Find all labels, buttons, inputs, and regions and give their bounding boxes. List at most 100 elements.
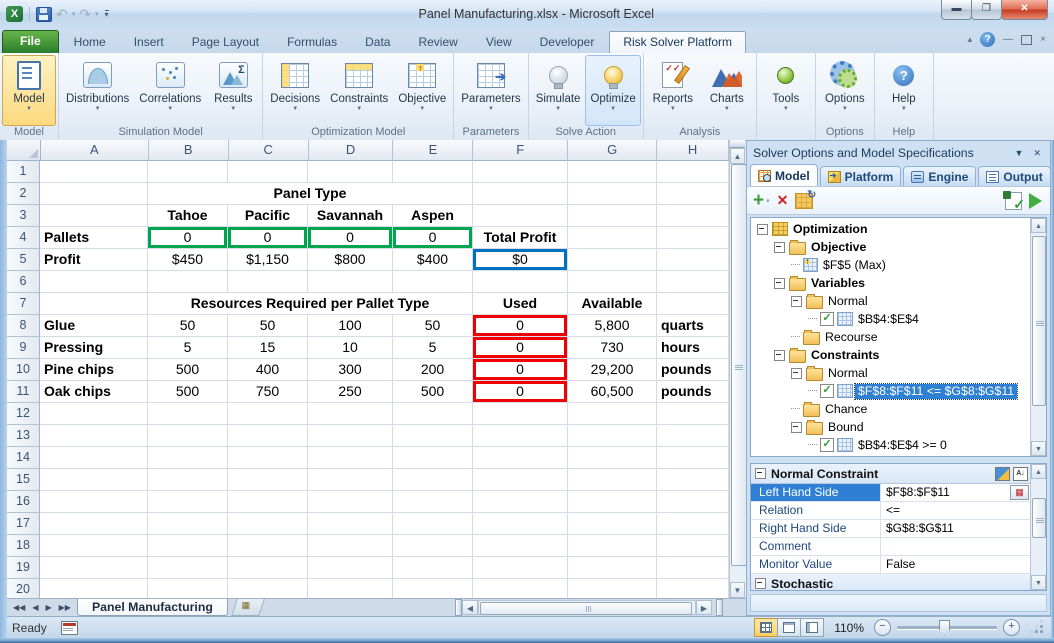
charts-button[interactable]: Charts▼ bbox=[700, 55, 754, 126]
collapse-icon[interactable] bbox=[774, 278, 785, 289]
zoom-level[interactable]: 110% bbox=[834, 621, 864, 635]
cell-E20[interactable] bbox=[393, 579, 473, 598]
simulate-button[interactable]: Simulate▼ bbox=[531, 55, 586, 126]
options-button[interactable]: Options▼ bbox=[818, 55, 872, 126]
row-header-16[interactable]: 16 bbox=[7, 491, 40, 513]
cell-B12[interactable] bbox=[148, 403, 228, 425]
collapse-icon[interactable] bbox=[755, 578, 766, 589]
tree-item-objective[interactable]: Objective bbox=[751, 238, 1031, 256]
property-value[interactable] bbox=[881, 538, 1031, 555]
cell-G16[interactable] bbox=[568, 491, 657, 513]
cell-G20[interactable] bbox=[568, 579, 657, 598]
tools-button[interactable]: Tools▼ bbox=[759, 55, 813, 126]
prev-sheet-icon[interactable]: ◀ bbox=[29, 602, 41, 613]
cell-C4[interactable]: 0 bbox=[228, 227, 308, 249]
cell-B13[interactable] bbox=[148, 425, 228, 447]
property-row-comment[interactable]: Comment bbox=[751, 538, 1031, 556]
row-header-9[interactable]: 9 bbox=[7, 337, 40, 359]
cell-B5[interactable]: $450 bbox=[148, 249, 228, 271]
cell-E3[interactable]: Aspen bbox=[393, 205, 473, 227]
reports-button[interactable]: ✓✓Reports▼ bbox=[646, 55, 700, 126]
cell-D4[interactable]: 0 bbox=[308, 227, 393, 249]
minimize-button[interactable]: ▬ bbox=[941, 0, 972, 20]
cell-G13[interactable] bbox=[568, 425, 657, 447]
row-header-8[interactable]: 8 bbox=[7, 315, 40, 337]
cell-H7[interactable] bbox=[657, 293, 729, 315]
zoom-out-icon[interactable]: − bbox=[874, 619, 891, 636]
row-header-10[interactable]: 10 bbox=[7, 359, 40, 381]
cell-C9[interactable]: 15 bbox=[228, 337, 308, 359]
cell-D13[interactable] bbox=[308, 425, 393, 447]
cell-D6[interactable] bbox=[308, 271, 393, 293]
objective-button[interactable]: Objective▼ bbox=[393, 55, 451, 126]
ribbon-tab-developer[interactable]: Developer bbox=[527, 32, 608, 53]
constraints-button[interactable]: Constraints▼ bbox=[325, 55, 393, 126]
cell-F5[interactable]: $0 bbox=[473, 249, 568, 271]
zoom-slider[interactable] bbox=[897, 626, 997, 629]
props-scrollbar[interactable]: ▲ ▼ bbox=[1030, 464, 1046, 590]
property-row-monitor-value[interactable]: Monitor ValueFalse bbox=[751, 556, 1031, 574]
scrollbar-split-handle[interactable] bbox=[730, 140, 745, 148]
cell-A5[interactable]: Profit bbox=[40, 249, 148, 271]
cell-A8[interactable]: Glue bbox=[40, 315, 148, 337]
pane-tab-engine[interactable]: Engine bbox=[903, 166, 976, 186]
cell-B16[interactable] bbox=[148, 491, 228, 513]
cell-G4[interactable] bbox=[568, 227, 657, 249]
cell-G15[interactable] bbox=[568, 469, 657, 491]
cell-H14[interactable] bbox=[657, 447, 729, 469]
cell-B7[interactable]: Resources Required per Pallet Type bbox=[148, 293, 473, 315]
cell-D14[interactable] bbox=[308, 447, 393, 469]
row-header-4[interactable]: 4 bbox=[7, 227, 40, 249]
doc-restore-icon[interactable] bbox=[1021, 35, 1032, 45]
cell-F19[interactable] bbox=[473, 557, 568, 579]
cell-B1[interactable] bbox=[148, 161, 228, 183]
cell-E6[interactable] bbox=[393, 271, 473, 293]
results-button[interactable]: ΣResults▼ bbox=[206, 55, 260, 126]
cell-C18[interactable] bbox=[228, 535, 308, 557]
cell-B18[interactable] bbox=[148, 535, 228, 557]
select-all-corner[interactable] bbox=[7, 140, 41, 161]
cell-G17[interactable] bbox=[568, 513, 657, 535]
row-header-17[interactable]: 17 bbox=[7, 513, 40, 535]
cell-C1[interactable] bbox=[228, 161, 308, 183]
cell-F20[interactable] bbox=[473, 579, 568, 598]
cell-A20[interactable] bbox=[40, 579, 148, 598]
cell-D5[interactable]: $800 bbox=[308, 249, 393, 271]
cell-E13[interactable] bbox=[393, 425, 473, 447]
cell-A10[interactable]: Pine chips bbox=[40, 359, 148, 381]
cell-F16[interactable] bbox=[473, 491, 568, 513]
undo-icon[interactable]: ↶ bbox=[56, 7, 68, 21]
props-scroll-down-icon[interactable]: ▼ bbox=[1031, 575, 1046, 590]
distributions-button[interactable]: Distributions▼ bbox=[61, 55, 134, 126]
ribbon-tab-risk-solver-platform[interactable]: Risk Solver Platform bbox=[609, 31, 746, 53]
cell-F12[interactable] bbox=[473, 403, 568, 425]
cell-G9[interactable]: 730 bbox=[568, 337, 657, 359]
cell-F11[interactable]: 0 bbox=[473, 381, 568, 403]
tree-item-chance[interactable]: Chance bbox=[751, 400, 1031, 418]
cell-F7[interactable]: Used bbox=[473, 293, 568, 315]
cell-F8[interactable]: 0 bbox=[473, 315, 568, 337]
cell-C12[interactable] bbox=[228, 403, 308, 425]
redo-caret-icon[interactable]: ▾ bbox=[95, 10, 99, 18]
cell-F15[interactable] bbox=[473, 469, 568, 491]
cell-B10[interactable]: 500 bbox=[148, 359, 228, 381]
row-header-2[interactable]: 2 bbox=[7, 183, 40, 205]
undo-caret-icon[interactable]: ▾ bbox=[72, 10, 76, 18]
model-button[interactable]: Model▼ bbox=[2, 55, 56, 126]
cell-F10[interactable]: 0 bbox=[473, 359, 568, 381]
page-break-view-button[interactable] bbox=[800, 618, 824, 637]
cell-B14[interactable] bbox=[148, 447, 228, 469]
cell-C11[interactable]: 750 bbox=[228, 381, 308, 403]
cell-C6[interactable] bbox=[228, 271, 308, 293]
cell-G11[interactable]: 60,500 bbox=[568, 381, 657, 403]
cell-E19[interactable] bbox=[393, 557, 473, 579]
cell-D3[interactable]: Savannah bbox=[308, 205, 393, 227]
cell-F17[interactable] bbox=[473, 513, 568, 535]
column-header-d[interactable]: D bbox=[309, 140, 394, 161]
page-layout-view-button[interactable] bbox=[777, 618, 801, 637]
doc-close-icon[interactable]: × bbox=[1040, 34, 1046, 46]
add-icon[interactable]: + bbox=[753, 192, 764, 210]
column-header-a[interactable]: A bbox=[41, 140, 149, 161]
row-header-19[interactable]: 19 bbox=[7, 557, 40, 579]
tree-item-normal[interactable]: Normal bbox=[751, 364, 1031, 382]
